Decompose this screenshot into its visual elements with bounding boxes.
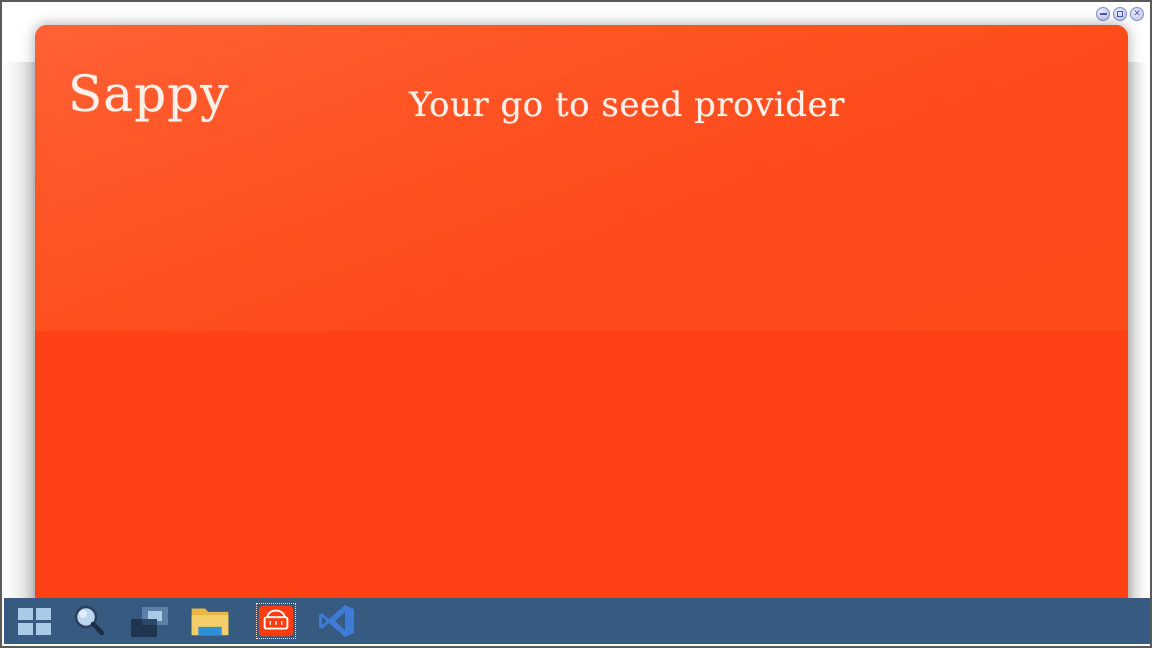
store-button[interactable] [254,601,298,641]
minimize-icon [1097,8,1109,20]
close-button[interactable]: ✕ [1130,7,1144,21]
task-view-icon [131,607,168,637]
windows-start-icon [17,607,51,635]
file-explorer-button[interactable] [188,601,232,641]
desktop-screen: ✕ Sappy Your go to seed provider [0,0,1152,648]
start-button[interactable] [12,601,56,641]
maximize-button[interactable] [1113,7,1127,21]
maximize-icon [1114,8,1126,20]
store-icon [256,603,296,639]
app-window: Sappy Your go to seed provider [35,25,1128,615]
file-explorer-icon [191,608,229,636]
visual-studio-code-icon [319,605,354,637]
visual-studio-code-button[interactable] [315,601,359,641]
taskbar [4,598,1150,644]
app-title: Sappy [68,65,230,123]
search-icon [74,605,105,636]
search-button[interactable] [67,601,111,641]
close-icon: ✕ [1133,8,1141,19]
app-tagline: Your go to seed provider [409,85,845,125]
window-controls: ✕ [1096,7,1144,21]
minimize-button[interactable] [1096,7,1110,21]
task-view-button[interactable] [126,601,170,641]
app-header: Sappy Your go to seed provider [35,25,1128,331]
